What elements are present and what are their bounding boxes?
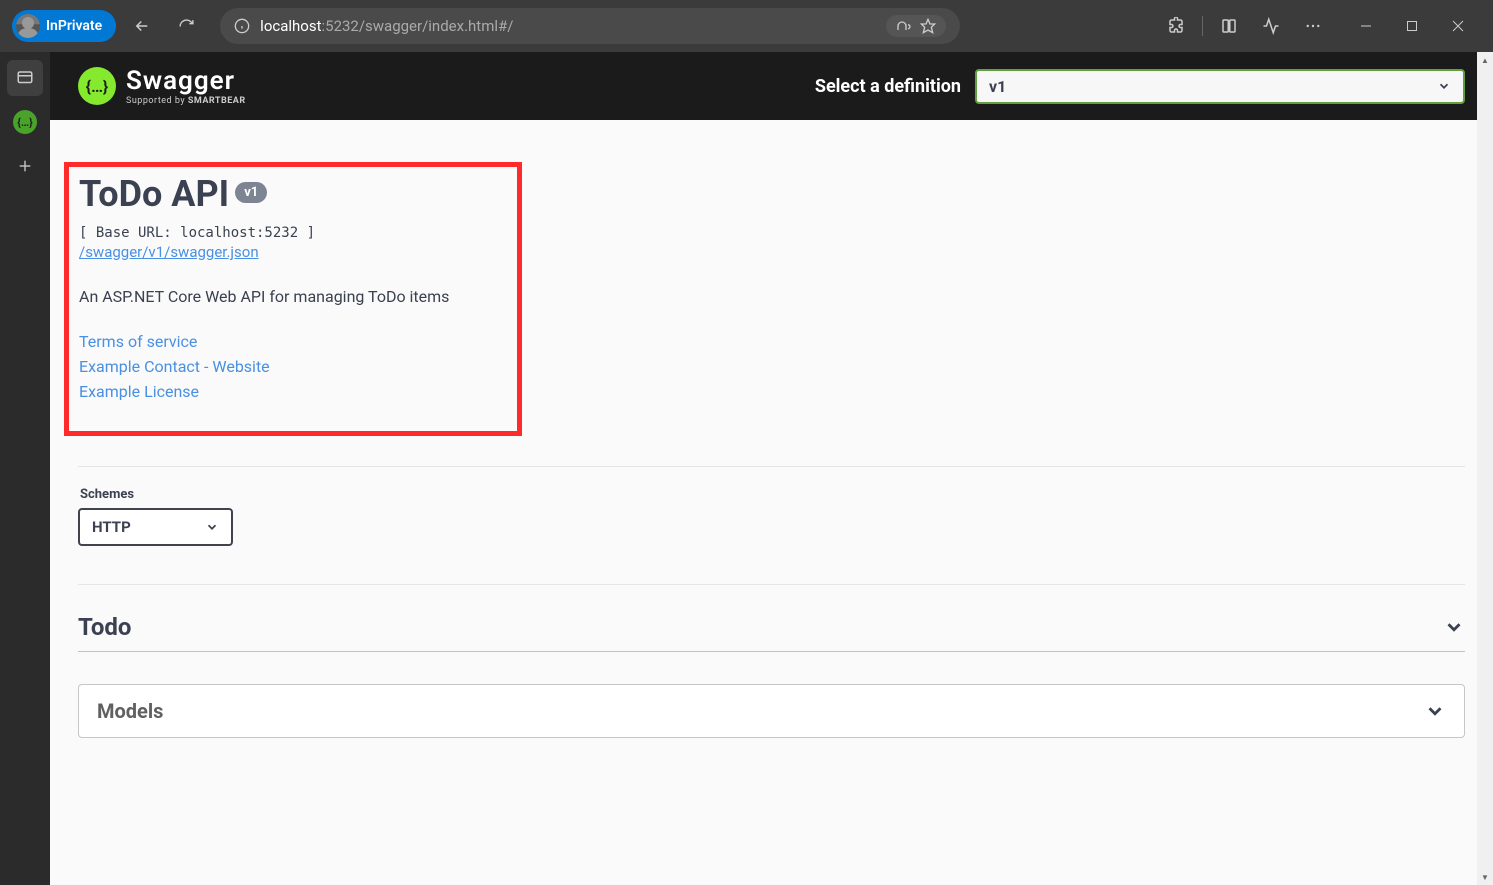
api-info-highlight: ToDo API v1 [ Base URL: localhost:5232 ]… [64,162,522,436]
back-button[interactable] [124,8,160,44]
swagger-brand-subtitle: Supported by SMARTBEAR [126,96,246,106]
refresh-button[interactable] [168,8,204,44]
chevron-down-icon [205,520,219,534]
swagger-logo-icon: {…} [78,67,116,105]
license-link[interactable]: Example License [79,382,507,401]
api-title: ToDo API [79,173,229,215]
chevron-down-icon [1424,700,1446,722]
tag-section-todo[interactable]: Todo [78,613,1465,652]
performance-icon[interactable] [1251,8,1291,44]
browser-titlebar: InPrivate localhost:5232/swagger/index.h… [0,0,1493,52]
models-section[interactable]: Models [78,684,1465,738]
definition-select[interactable]: v1 [975,69,1465,104]
toolbar-divider [1202,16,1203,36]
models-title: Models [97,699,163,723]
chevron-down-icon [1443,616,1465,638]
inprivate-badge[interactable]: InPrivate [12,10,116,42]
page-viewport: ▲ ▼ {…} Swagger Supported by SMARTBEAR S… [50,52,1493,885]
scroll-down-icon[interactable]: ▼ [1477,869,1493,885]
base-url-label: [ Base URL: localhost:5232 ] [79,225,507,241]
api-version-badge: v1 [235,182,267,203]
scheme-selected-value: HTTP [92,518,131,536]
window-maximize-button[interactable] [1389,8,1435,44]
inprivate-label: InPrivate [46,18,102,34]
url-text: localhost:5232/swagger/index.html#/ [260,17,513,35]
favorite-star-icon[interactable] [920,18,936,34]
site-info-icon[interactable] [234,18,250,34]
vertical-tab-rail: {…} [0,52,50,885]
extensions-icon[interactable] [1156,8,1196,44]
swagger-brand-title: Swagger [126,66,246,96]
tab-manager-button[interactable] [7,60,43,96]
swagger-brand[interactable]: {…} Swagger Supported by SMARTBEAR [78,66,246,106]
more-menu-icon[interactable] [1293,8,1333,44]
schemes-section: Schemes HTTP [78,466,1465,566]
window-minimize-button[interactable] [1343,8,1389,44]
definition-label: Select a definition [815,76,961,97]
scrollbar[interactable]: ▲ ▼ [1477,52,1493,885]
api-description: An ASP.NET Core Web API for managing ToD… [79,287,507,306]
scroll-up-icon[interactable]: ▲ [1477,52,1493,68]
contact-link[interactable]: Example Contact - Website [79,357,507,376]
tab-swagger[interactable]: {…} [7,104,43,140]
tag-name: Todo [78,613,131,641]
swagger-favicon-icon: {…} [13,110,37,134]
section-divider [78,584,1465,585]
read-aloud-icon[interactable] [896,18,912,34]
chevron-down-icon [1437,79,1451,93]
window-close-button[interactable] [1435,8,1481,44]
scheme-select[interactable]: HTTP [78,508,233,546]
schemes-label: Schemes [80,487,1465,502]
terms-of-service-link[interactable]: Terms of service [79,332,507,351]
new-tab-button[interactable] [7,148,43,184]
swagger-topbar: {…} Swagger Supported by SMARTBEAR Selec… [50,52,1493,120]
address-bar[interactable]: localhost:5232/swagger/index.html#/ [220,8,960,44]
spec-json-link[interactable]: /swagger/v1/swagger.json [79,243,507,261]
profile-avatar-icon [16,14,40,38]
definition-selected-value: v1 [989,77,1006,96]
collections-icon[interactable] [1209,8,1249,44]
